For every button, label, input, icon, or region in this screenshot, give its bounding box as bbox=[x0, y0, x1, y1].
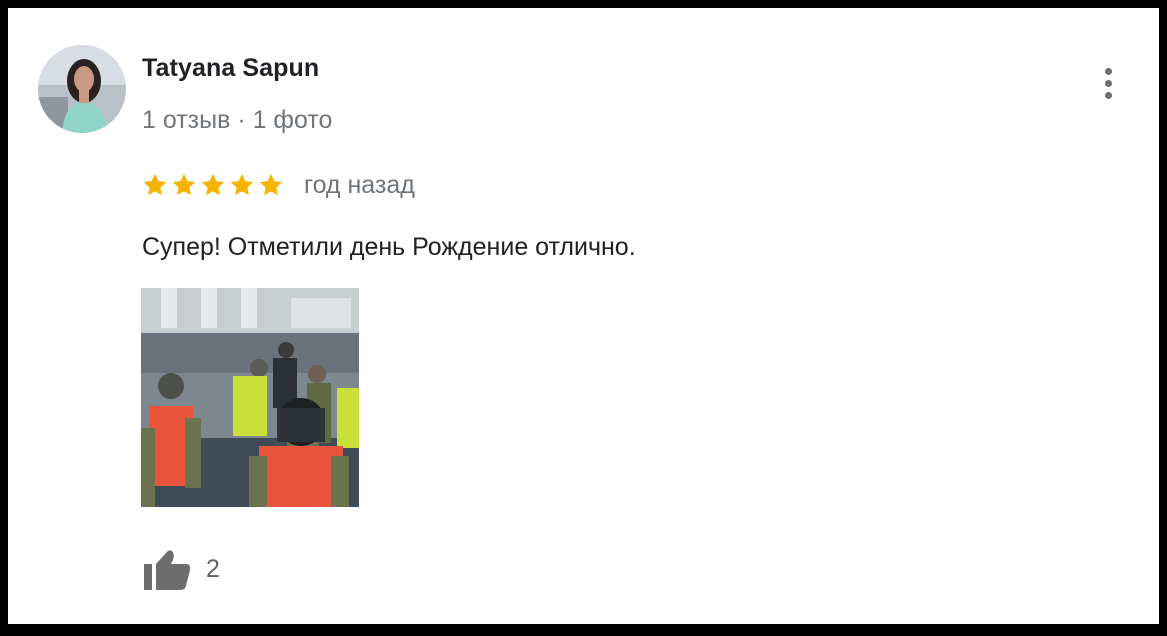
more-dot bbox=[1104, 91, 1112, 99]
more-dot bbox=[1104, 79, 1112, 87]
star-icon bbox=[143, 173, 167, 196]
author-meta[interactable]: 1 отзыв · 1 фото bbox=[142, 106, 332, 135]
star-icon bbox=[201, 173, 225, 196]
star-icon bbox=[259, 173, 283, 196]
more-dot bbox=[1104, 67, 1112, 75]
author-name[interactable]: Tatyana Sapun bbox=[142, 54, 319, 83]
review-photo[interactable] bbox=[141, 288, 359, 507]
review-card: Tatyana Sapun 1 отзыв · 1 фото год назад… bbox=[8, 8, 1159, 624]
rating-row: год назад bbox=[142, 168, 415, 202]
review-date: год назад bbox=[304, 170, 415, 199]
thumbs-up-icon[interactable] bbox=[142, 544, 192, 594]
author-avatar[interactable] bbox=[38, 45, 126, 133]
star-icon bbox=[230, 173, 254, 196]
review-text: Супер! Отметили день Рождение отлично. bbox=[142, 233, 636, 261]
star-rating bbox=[142, 172, 284, 198]
like-count: 2 bbox=[206, 554, 220, 583]
like-row: 2 bbox=[142, 544, 220, 594]
more-vert-icon[interactable] bbox=[1093, 60, 1123, 106]
star-icon bbox=[172, 173, 196, 196]
